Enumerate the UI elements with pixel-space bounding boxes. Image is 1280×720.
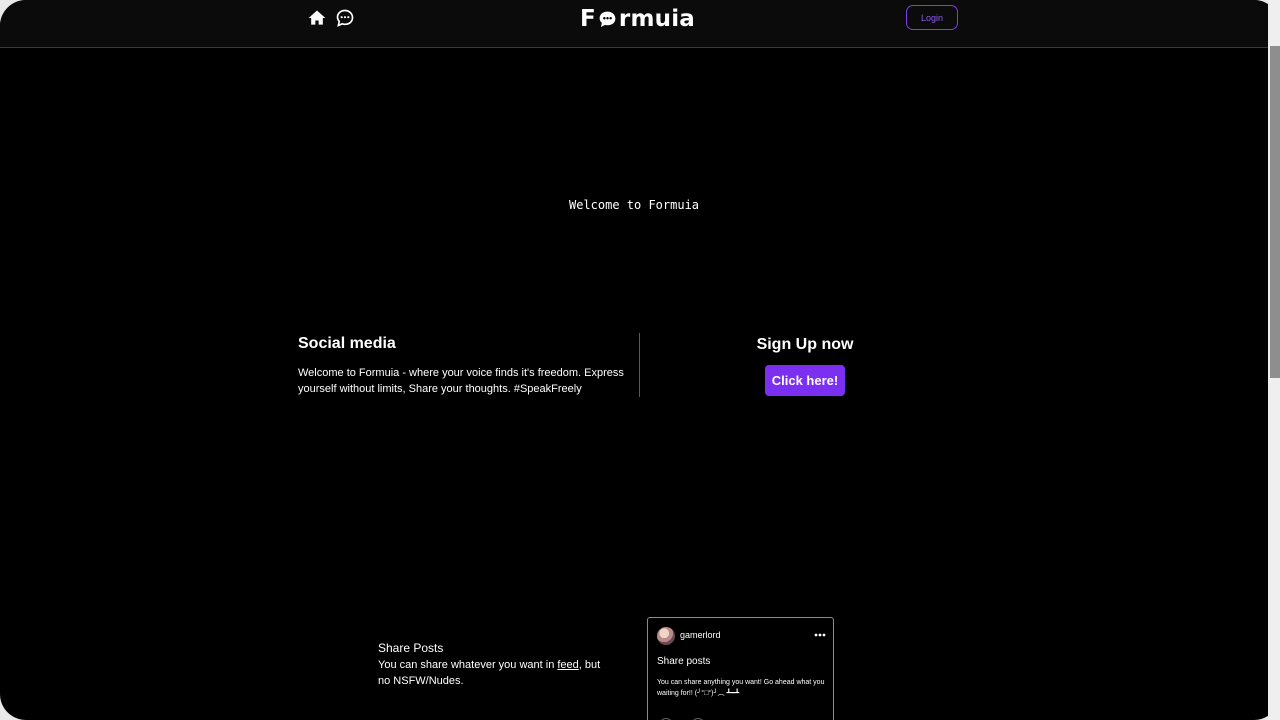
top-navbar: F rmuia Login	[0, 0, 1268, 48]
post-title: Share posts	[657, 656, 711, 667]
logo-text-left: F	[580, 6, 596, 32]
login-button[interactable]: Login	[906, 5, 958, 30]
logo-text-right: rmuia	[618, 6, 696, 32]
share-posts-title: Share Posts	[378, 641, 444, 655]
signup-button[interactable]: Click here!	[765, 365, 845, 396]
about-description: Welcome to Formuia - where your voice fi…	[298, 367, 624, 395]
about-title: Social media	[298, 335, 396, 352]
share-desc-prefix: You can share whatever you want in	[378, 659, 558, 671]
section-divider	[639, 333, 640, 397]
post-body: You can share anything you want! Go ahea…	[657, 679, 825, 697]
welcome-heading: Welcome to Formuia	[568, 198, 700, 212]
home-icon[interactable]	[307, 8, 327, 28]
scrollbar-thumb[interactable]	[1270, 46, 1280, 378]
share-posts-description: You can share whatever you want in feed,…	[378, 657, 608, 689]
more-dots-icon[interactable]	[814, 630, 826, 640]
avatar	[657, 627, 675, 645]
app-window: F rmuia Login Welcome to Formuia Social …	[0, 0, 1280, 720]
site-logo[interactable]: F rmuia	[580, 5, 695, 33]
signup-title: Sign Up now	[756, 336, 854, 353]
logo-bubble-icon	[599, 11, 616, 27]
post-username[interactable]: gamerlord	[680, 630, 721, 640]
feed-link[interactable]: feed	[557, 659, 578, 671]
chat-icon[interactable]	[335, 8, 355, 28]
example-post-card: gamerlord Share posts You can share anyt…	[647, 617, 834, 720]
